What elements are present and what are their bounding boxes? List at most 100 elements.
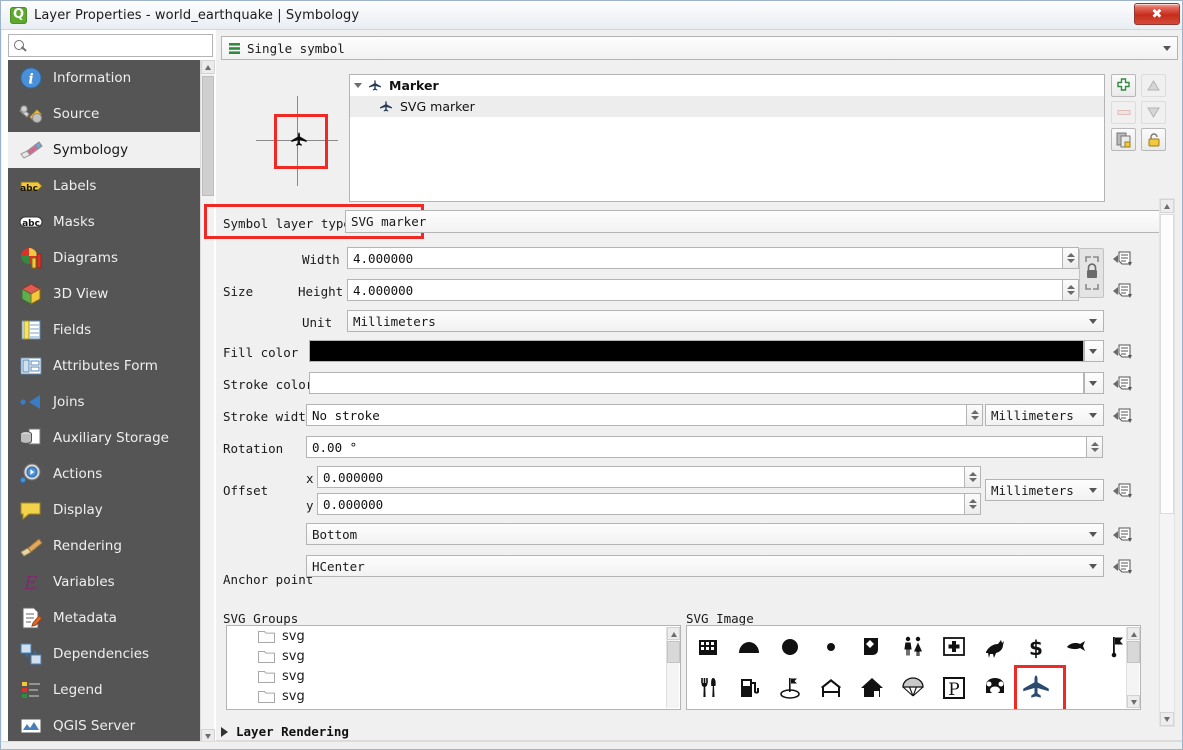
svg-icon-restaurant[interactable] <box>687 667 728 708</box>
anchor-horizontal-data-defined-override-icon[interactable] <box>1112 558 1134 576</box>
height-stepper[interactable] <box>1063 279 1079 301</box>
scroll-up-arrow-icon[interactable] <box>201 60 215 74</box>
offset-unit-combo[interactable]: Millimeters <box>985 479 1104 501</box>
sidebar-item-auxiliary-storage[interactable]: Auxiliary Storage <box>8 420 200 456</box>
stroke-color-data-defined-override-icon[interactable] <box>1112 375 1134 393</box>
anchor-point-horizontal-combo[interactable]: HCenter <box>306 555 1104 577</box>
scrollbar-thumb[interactable] <box>667 641 680 663</box>
svg-icon-diamond-flag[interactable] <box>851 626 892 667</box>
svg-icon-restroom[interactable] <box>892 626 933 667</box>
svg-group-item[interactable]: svg <box>227 646 680 666</box>
fill-color-data-defined-override-icon[interactable] <box>1112 343 1134 361</box>
svg-groups-list[interactable]: svg svg svg svg <box>226 625 681 710</box>
svg-icon-telephone[interactable] <box>974 667 1015 708</box>
svg-group-item[interactable]: svg <box>227 626 680 646</box>
width-stepper[interactable] <box>1063 247 1079 269</box>
sidebar-item-joins[interactable]: Joins <box>8 384 200 420</box>
scroll-up-arrow-icon[interactable] <box>1127 627 1140 640</box>
stroke-width-unit-combo[interactable]: Millimeters <box>985 404 1104 426</box>
scroll-up-arrow-icon[interactable] <box>1160 199 1174 213</box>
offset-y-input[interactable]: 0.000000 <box>317 493 965 515</box>
svg-group-item[interactable]: svg <box>227 666 680 686</box>
sidebar-item-fields[interactable]: Fields <box>8 312 200 348</box>
svg-icon-circle-large[interactable] <box>769 626 810 667</box>
scroll-down-arrow-icon[interactable] <box>1127 695 1140 708</box>
sidebar-item-variables[interactable]: Ε Variables <box>8 564 200 600</box>
renderer-type-combo[interactable]: Single symbol <box>221 36 1178 60</box>
anchor-vertical-data-defined-override-icon[interactable] <box>1112 526 1134 544</box>
svg-image-grid[interactable]: $ P <box>686 625 1141 710</box>
sidebar-item-rendering[interactable]: Rendering <box>8 528 200 564</box>
chevron-down-icon[interactable] <box>354 83 362 88</box>
stroke-color-dropdown-button[interactable] <box>1084 372 1104 394</box>
svg-icon-parachute[interactable] <box>892 667 933 708</box>
sidebar-item-masks[interactable]: abc Masks <box>8 204 200 240</box>
scrollbar-thumb[interactable] <box>1127 641 1140 663</box>
sidebar-item-actions[interactable]: Actions <box>8 456 200 492</box>
svg-icon-circle-small[interactable] <box>810 626 851 667</box>
lock-layer-button[interactable] <box>1141 128 1166 151</box>
stroke-width-stepper[interactable] <box>967 404 983 426</box>
rotation-input[interactable]: 0.00 ° <box>306 436 1087 458</box>
offset-x-stepper[interactable] <box>965 466 981 488</box>
svg-icon-house[interactable] <box>851 667 892 708</box>
svg-icon-airplane[interactable] <box>1014 665 1066 709</box>
scrollbar-thumb[interactable] <box>1160 214 1174 514</box>
sidebar-item-symbology[interactable]: Symbology <box>8 132 200 168</box>
anchor-point-vertical-combo[interactable]: Bottom <box>306 523 1104 545</box>
scrollbar-thumb[interactable] <box>202 76 214 196</box>
svg-icon-fuel-pump[interactable] <box>728 667 769 708</box>
sidebar-item-labels[interactable]: abc Labels <box>8 168 200 204</box>
svg-icon-building-grid[interactable] <box>687 626 728 667</box>
sidebar-item-legend[interactable]: Legend <box>8 672 200 708</box>
svg-icon-shelter[interactable] <box>810 667 851 708</box>
search-box[interactable] <box>8 34 213 57</box>
move-up-button[interactable] <box>1141 74 1166 97</box>
close-icon[interactable]: ✖ <box>1134 3 1180 25</box>
sidebar-item-information[interactable]: i Information <box>8 60 200 96</box>
rotation-stepper[interactable] <box>1087 436 1103 458</box>
scroll-down-arrow-icon[interactable] <box>1160 712 1174 726</box>
properties-scrollbar[interactable] <box>1159 198 1175 727</box>
svg-groups-scrollbar[interactable] <box>666 627 680 708</box>
symbol-layer-tree[interactable]: Marker SVG marker <box>349 74 1105 202</box>
lock-aspect-ratio-button[interactable] <box>1079 248 1104 298</box>
sidebar-item-attributes-form[interactable]: Attributes Form <box>8 348 200 384</box>
svg-image-scrollbar[interactable] <box>1126 627 1140 708</box>
svg-icon-parking[interactable]: P <box>933 667 974 708</box>
search-input[interactable] <box>29 36 212 55</box>
tree-row-marker[interactable]: Marker <box>350 75 1104 96</box>
stroke-color-swatch[interactable] <box>309 372 1084 394</box>
remove-symbol-layer-button[interactable] <box>1111 101 1136 124</box>
svg-icon-fish[interactable] <box>1056 626 1097 667</box>
add-symbol-layer-button[interactable] <box>1111 74 1136 97</box>
sidebar-item-display[interactable]: Display <box>8 492 200 528</box>
stroke-width-input[interactable]: No stroke <box>306 404 967 426</box>
unit-combo[interactable]: Millimeters <box>347 310 1104 332</box>
offset-y-stepper[interactable] <box>965 493 981 515</box>
svg-icon-deer[interactable] <box>974 626 1015 667</box>
symbol-layer-type-combo[interactable]: SVG marker <box>345 210 1175 233</box>
height-data-defined-override-icon[interactable] <box>1112 282 1134 300</box>
move-down-button[interactable] <box>1141 101 1166 124</box>
svg-group-item[interactable]: svg <box>227 686 680 706</box>
width-input[interactable]: 4.000000 <box>347 247 1063 269</box>
svg-icon-dollar[interactable]: $ <box>1015 626 1056 667</box>
sidebar-item-qgis-server[interactable]: QGIS Server <box>8 708 200 743</box>
sidebar-item-source[interactable]: Source <box>8 96 200 132</box>
width-data-defined-override-icon[interactable] <box>1112 250 1134 268</box>
tree-row-svg-marker[interactable]: SVG marker <box>350 96 1104 117</box>
sidebar-item-dependencies[interactable]: Dependencies <box>8 636 200 672</box>
svg-icon-golf[interactable] <box>769 667 810 708</box>
sidebar-item-3d-view[interactable]: 3D View <box>8 276 200 312</box>
svg-icon-hospital-cross[interactable] <box>933 626 974 667</box>
height-input[interactable]: 4.000000 <box>347 279 1063 301</box>
offset-data-defined-override-icon[interactable] <box>1112 482 1134 500</box>
scroll-up-arrow-icon[interactable] <box>667 627 680 640</box>
sidebar-item-diagrams[interactable]: Diagrams <box>8 240 200 276</box>
sidebar-scrollbar[interactable] <box>200 60 215 743</box>
layer-rendering-section[interactable]: Layer Rendering <box>221 724 349 739</box>
fill-color-dropdown-button[interactable] <box>1084 340 1104 362</box>
stroke-width-data-defined-override-icon[interactable] <box>1112 407 1134 425</box>
offset-x-input[interactable]: 0.000000 <box>317 466 965 488</box>
